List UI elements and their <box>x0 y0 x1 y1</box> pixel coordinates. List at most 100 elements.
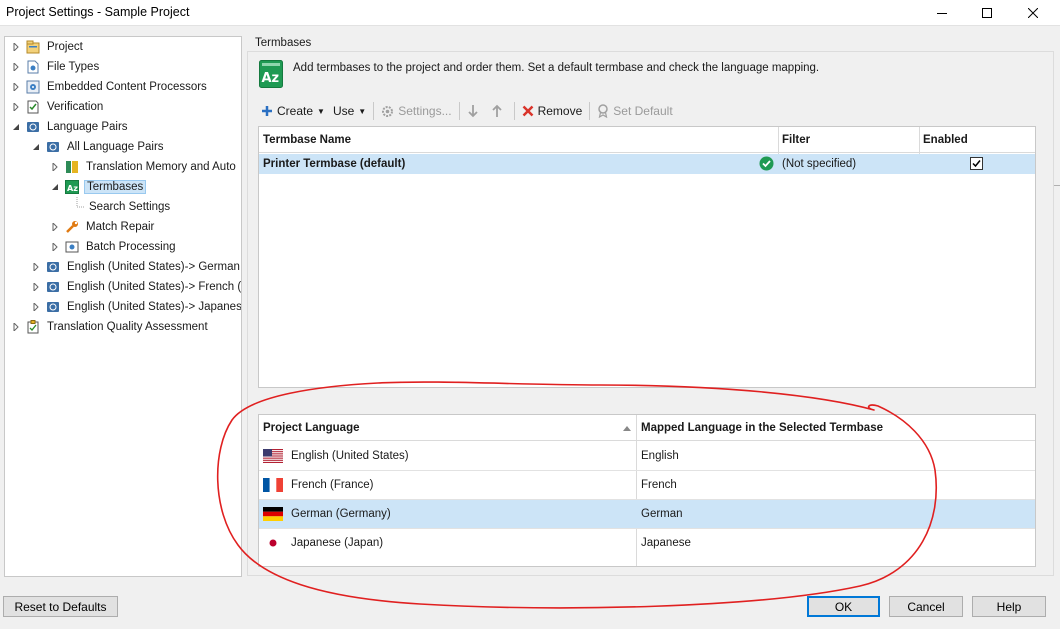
background-edge <box>1054 185 1060 186</box>
remove-button[interactable]: Remove <box>518 100 587 122</box>
expand-icon[interactable] <box>50 242 60 252</box>
termbase-toolbar: Create ▼ Use ▼ Settings... Remove Set Defa… <box>257 100 677 122</box>
table-row[interactable]: French (France) French <box>259 471 1035 500</box>
remove-x-icon <box>522 105 533 117</box>
jp-flag-icon <box>263 536 283 550</box>
maximize-button[interactable] <box>964 0 1010 26</box>
set-default-button[interactable]: Set Default <box>593 100 676 122</box>
termbase-name-cell: Printer Termbase (default) <box>263 158 406 170</box>
mapped-language-cell: English <box>641 450 679 462</box>
create-button[interactable]: Create ▼ <box>257 100 329 122</box>
tree-item-pair-en-ja[interactable]: English (United States)-> Japanese <box>31 297 241 317</box>
settings-tree: Project File Types Embedded Content Proc… <box>4 36 242 577</box>
tree-item-verification[interactable]: Verification <box>11 97 105 117</box>
collapse-icon[interactable] <box>31 142 41 152</box>
toolbar-separator <box>373 102 375 120</box>
language-pair-icon <box>46 140 60 154</box>
project-icon <box>26 40 40 54</box>
minimize-button[interactable] <box>919 0 965 26</box>
close-button[interactable] <box>1010 0 1056 26</box>
expand-icon[interactable] <box>11 82 21 92</box>
project-language-cell: English (United States) <box>259 442 409 470</box>
language-mapping-table: Project Language Mapped Language in the … <box>258 414 1036 567</box>
tree-item-translation-memory[interactable]: Translation Memory and Auto <box>50 157 238 177</box>
table-row[interactable]: Printer Termbase (default) (Not specifie… <box>259 154 1035 174</box>
award-icon <box>598 104 609 118</box>
tree-item-termbases[interactable]: Az Termbases <box>50 177 147 197</box>
move-down-button[interactable] <box>463 100 487 122</box>
tree-item-batch-processing[interactable]: Batch Processing <box>50 237 178 257</box>
settings-button[interactable]: Settings... <box>377 100 455 122</box>
move-up-button[interactable] <box>487 100 511 122</box>
svg-text:Az: Az <box>67 184 78 193</box>
fr-flag-icon <box>263 478 283 492</box>
tree-item-pair-en-de[interactable]: English (United States)-> German ( <box>31 257 241 277</box>
title-bar: Project Settings - Sample Project <box>0 0 1060 26</box>
column-header-project-language[interactable]: Project Language <box>259 415 637 441</box>
project-language-cell: French (France) <box>259 471 373 499</box>
termbase-filter-cell: (Not specified) <box>782 158 857 170</box>
mapped-language-cell: French <box>641 479 677 491</box>
column-header-termbase-name[interactable]: Termbase Name <box>259 127 778 153</box>
table-row[interactable]: English (United States) English <box>259 442 1035 471</box>
reset-to-defaults-button[interactable]: Reset to Defaults <box>3 596 118 617</box>
tree-item-tqa[interactable]: Translation Quality Assessment <box>11 317 210 337</box>
expand-icon[interactable] <box>11 102 21 112</box>
collapse-icon[interactable] <box>11 122 21 132</box>
file-gear-icon <box>26 60 40 74</box>
expand-icon[interactable] <box>11 322 21 332</box>
checkmark-icon <box>972 160 981 168</box>
expand-icon[interactable] <box>50 162 60 172</box>
batch-icon <box>65 240 79 254</box>
collapse-icon[interactable] <box>50 182 60 192</box>
expand-icon[interactable] <box>31 282 41 292</box>
tree-item-language-pairs[interactable]: Language Pairs <box>11 117 130 137</box>
language-pair-icon <box>46 280 60 294</box>
tree-item-embedded-content[interactable]: Embedded Content Processors <box>11 77 209 97</box>
expand-icon[interactable] <box>31 302 41 312</box>
mapped-language-cell: German <box>641 508 683 520</box>
ok-button[interactable]: OK <box>807 596 880 617</box>
column-header-mapped-language[interactable]: Mapped Language in the Selected Termbase <box>637 415 1035 441</box>
tree-item-pair-en-fr[interactable]: English (United States)-> French (F <box>31 277 241 297</box>
language-pair-icon <box>26 120 40 134</box>
us-flag-icon <box>263 449 283 463</box>
chevron-down-icon: ▼ <box>317 106 325 116</box>
expand-icon[interactable] <box>50 222 60 232</box>
tree-item-file-types[interactable]: File Types <box>11 57 101 77</box>
gear-icon <box>26 80 40 94</box>
use-button[interactable]: Use ▼ <box>329 100 370 122</box>
panel-description: Add termbases to the project and order t… <box>293 62 820 74</box>
verification-icon <box>26 100 40 114</box>
language-pair-icon <box>46 300 60 314</box>
help-button[interactable]: Help <box>972 596 1046 617</box>
svg-text:Az: Az <box>262 71 280 86</box>
cancel-button[interactable]: Cancel <box>889 596 963 617</box>
enabled-checkbox[interactable] <box>970 157 983 170</box>
language-pair-icon <box>46 260 60 274</box>
tree-item-match-repair[interactable]: Match Repair <box>50 217 156 237</box>
window-title: Project Settings - Sample Project <box>6 5 190 19</box>
arrow-up-icon <box>491 104 502 117</box>
termbase-table: Termbase Name Filter Enabled Printer Ter… <box>258 126 1036 388</box>
tree-item-project[interactable]: Project <box>11 37 85 57</box>
toolbar-separator <box>589 102 591 120</box>
tree-item-search-settings[interactable]: Search Settings <box>71 197 172 217</box>
de-flag-icon <box>263 507 283 521</box>
table-row[interactable]: German (Germany) German <box>259 500 1035 529</box>
sort-ascending-icon <box>623 426 631 431</box>
minimize-icon <box>937 13 947 14</box>
expand-icon[interactable] <box>11 62 21 72</box>
tree-connector-icon <box>76 197 85 208</box>
expand-icon[interactable] <box>31 262 41 272</box>
table-row[interactable]: Japanese (Japan) Japanese <box>259 529 1035 558</box>
plus-icon <box>262 106 272 116</box>
maximize-icon <box>982 8 992 18</box>
tree-item-all-language-pairs[interactable]: All Language Pairs <box>31 137 166 157</box>
expand-icon[interactable] <box>11 42 21 52</box>
panel-title: Termbases <box>255 37 312 49</box>
column-header-filter[interactable]: Filter <box>778 127 919 153</box>
column-header-enabled[interactable]: Enabled <box>919 127 1035 153</box>
project-language-cell: Japanese (Japan) <box>259 529 383 557</box>
gear-icon <box>382 105 394 117</box>
